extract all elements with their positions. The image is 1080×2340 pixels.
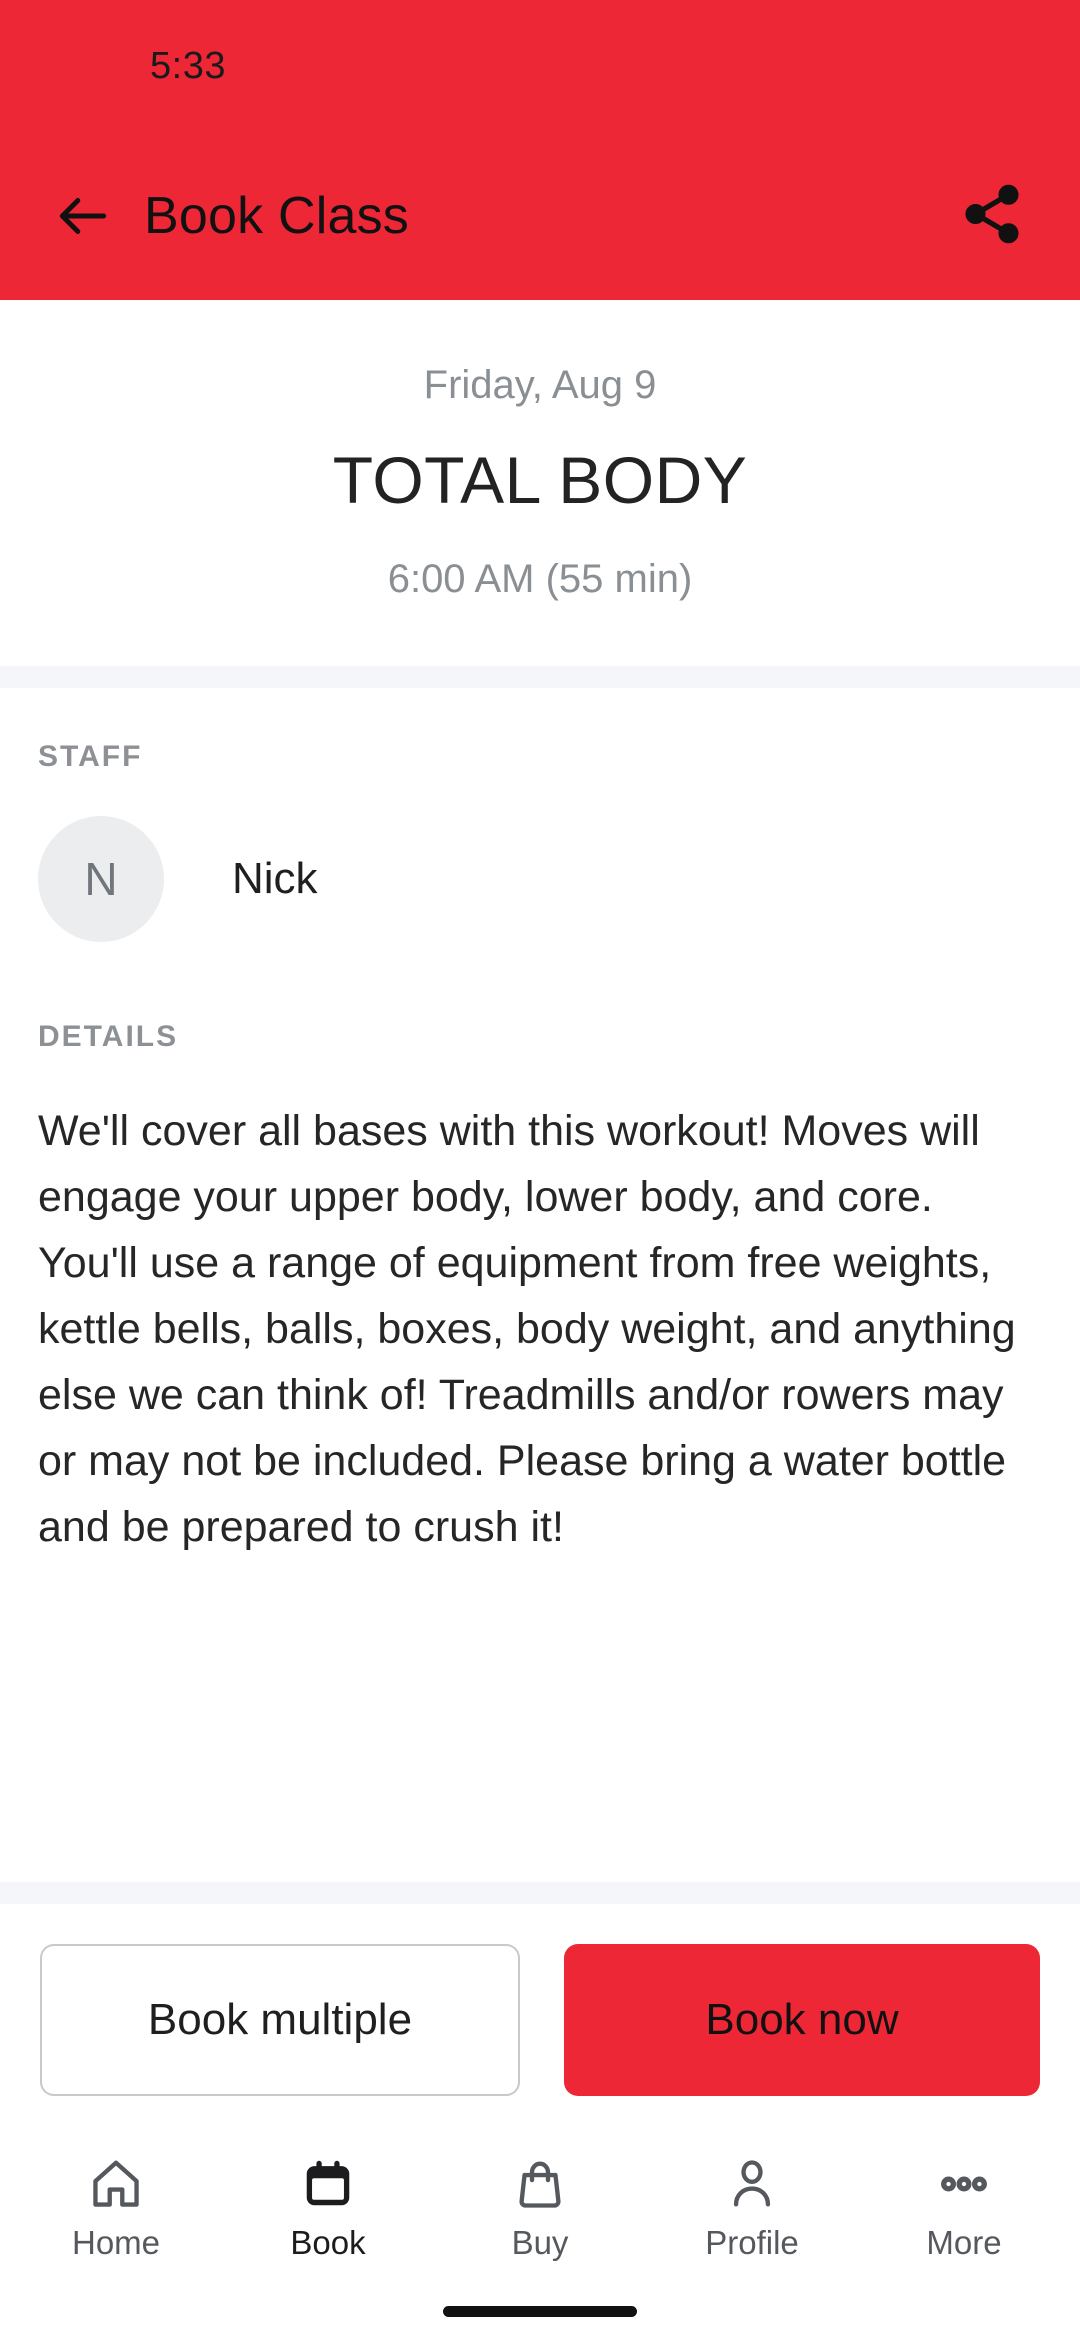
action-bar: Book multiple Book now: [0, 1904, 1080, 2130]
home-indicator-area: [0, 2282, 1080, 2340]
status-bar: 5:33: [0, 0, 1080, 132]
nav-label-book: Book: [290, 2224, 366, 2261]
home-indicator[interactable]: [443, 2305, 637, 2317]
page-title: Book Class: [144, 187, 409, 245]
staff-section-label: STAFF: [38, 739, 143, 773]
staff-row[interactable]: N Nick: [38, 815, 1042, 942]
details-section-label: DETAILS: [38, 1019, 179, 1053]
ellipsis-icon: [935, 2152, 993, 2216]
section-divider-top: [0, 665, 1080, 688]
nav-label-home: Home: [71, 2224, 161, 2261]
bottom-navigation: Home Book Buy Profile More: [0, 2130, 1080, 2282]
status-bar-clock: 5:33: [150, 44, 226, 87]
share-button[interactable]: [952, 176, 1032, 256]
arrow-left-icon: [52, 185, 114, 247]
avatar: N: [38, 815, 164, 942]
class-date: Friday, Aug 9: [423, 363, 657, 407]
class-time: 6:00 AM (55 min): [387, 556, 693, 601]
book-multiple-button[interactable]: Book multiple: [40, 1944, 520, 2096]
nav-item-book[interactable]: Book: [228, 2152, 428, 2259]
back-button[interactable]: [48, 181, 118, 251]
shopping-bag-icon: [511, 2152, 569, 2216]
app-screen: 5:33 Book Class Friday, Aug 9 TOTAL BODY…: [0, 0, 1080, 2340]
nav-item-profile[interactable]: Profile: [652, 2152, 852, 2259]
main-content: STAFF N Nick DETAILS We'll cover all bas…: [0, 687, 1080, 1882]
nav-item-home[interactable]: Home: [16, 2152, 216, 2259]
staff-name: Nick: [232, 853, 318, 903]
details-text: We'll cover all bases with this workout!…: [38, 1106, 1016, 1551]
nav-item-buy[interactable]: Buy: [440, 2152, 640, 2259]
person-icon: [723, 2152, 781, 2216]
app-bar: Book Class: [0, 132, 1080, 300]
section-divider-bottom: [0, 1882, 1080, 1904]
class-hero: Friday, Aug 9 TOTAL BODY 6:00 AM (55 min…: [0, 300, 1080, 666]
nav-label-more: More: [926, 2224, 1002, 2261]
nav-label-profile: Profile: [705, 2224, 799, 2261]
home-icon: [87, 2152, 145, 2216]
class-name: TOTAL BODY: [332, 443, 748, 517]
share-icon: [959, 181, 1025, 252]
book-now-button[interactable]: Book now: [564, 1944, 1040, 2096]
calendar-icon: [299, 2152, 357, 2216]
avatar-initial: N: [84, 852, 118, 905]
nav-label-buy: Buy: [511, 2224, 569, 2261]
nav-item-more[interactable]: More: [864, 2152, 1064, 2259]
